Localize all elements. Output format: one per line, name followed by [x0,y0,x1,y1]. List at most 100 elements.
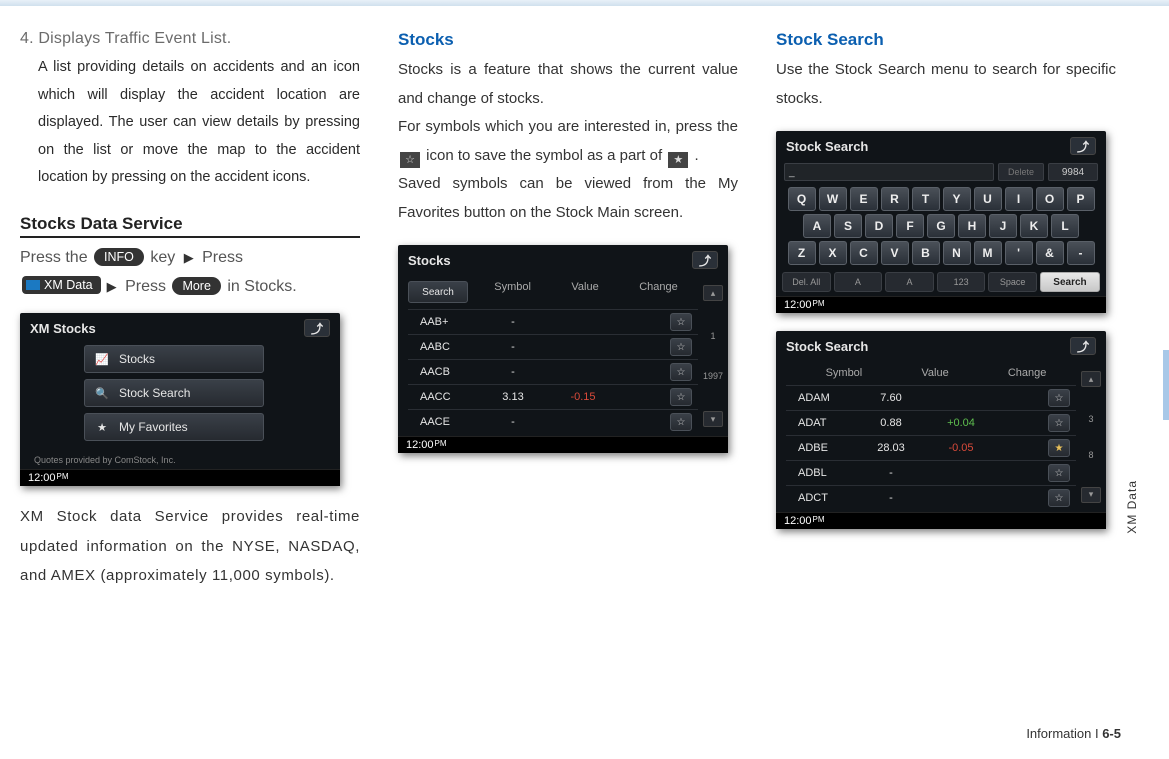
value-cell: - [856,467,926,479]
scroll-down-icon[interactable]: ▾ [703,411,723,427]
keyboard-key[interactable]: O [1036,187,1064,211]
keyboard-key[interactable]: H [958,214,986,238]
delete-button[interactable]: Delete [998,163,1044,181]
keyboard-mode-key[interactable]: Del. All [782,272,831,292]
keyboard-key[interactable]: D [865,214,893,238]
scroll-indicator[interactable]: ▴ 3 8 ▾ [1080,371,1102,503]
value-cell: 0.88 [856,417,926,429]
scroll-down-icon[interactable]: ▾ [1081,487,1101,503]
table-row[interactable]: ADCT-☆ [786,485,1076,510]
back-icon[interactable]: ⤴ [1070,137,1096,155]
back-icon[interactable]: ⤴ [304,319,330,337]
keyboard-key[interactable]: U [974,187,1002,211]
keyboard-key[interactable]: Y [943,187,971,211]
back-icon[interactable]: ⤴ [1070,337,1096,355]
keyboard-key[interactable]: R [881,187,909,211]
keyboard-mode-key[interactable]: Space [988,272,1037,292]
table-row[interactable]: ADAT0.88+0.04☆ [786,410,1076,435]
value-cell: - [478,341,548,353]
table-row[interactable]: AACE-☆ [408,409,698,434]
keyboard-key[interactable]: & [1036,241,1064,265]
table-row[interactable]: ADBE28.03-0.05★ [786,435,1076,460]
keyboard-key[interactable]: V [881,241,909,265]
favorite-star-icon[interactable]: ☆ [670,363,692,381]
favorite-star-icon[interactable]: ☆ [670,313,692,331]
keyboard-key[interactable]: A [803,214,831,238]
scroll-up-icon[interactable]: ▴ [703,285,723,301]
keyboard-key[interactable]: B [912,241,940,265]
keyboard-key[interactable]: J [989,214,1017,238]
keyboard-key[interactable]: G [927,214,955,238]
keyboard-mode-key[interactable]: A [834,272,883,292]
favorite-star-icon[interactable]: ☆ [1048,464,1070,482]
search-icon: 🔍 [95,386,109,400]
symbol-cell: AAB+ [408,316,478,328]
symbol-cell: ADCT [786,492,856,504]
keyboard-mode-key[interactable]: A [885,272,934,292]
table-row[interactable]: AAB+-☆ [408,309,698,334]
favorite-star-icon[interactable]: ☆ [670,388,692,406]
scroll-indicator[interactable]: ▴ 1 1997 ▾ [702,285,724,427]
keyboard-key[interactable]: F [896,214,924,238]
keyboard-key[interactable]: ' [1005,241,1033,265]
traffic-list-body: A list providing details on accidents an… [20,54,360,192]
table-row[interactable]: AACB-☆ [408,359,698,384]
screenshot-stock-search-keyboard: Stock Search ⤴ _ Delete 9984 QWERTYUIOPA… [776,131,1106,313]
favorite-star-icon[interactable]: ☆ [1048,389,1070,407]
keyboard-key[interactable]: I [1005,187,1033,211]
value-cell: 7.60 [856,392,926,404]
keyboard-key[interactable]: - [1067,241,1095,265]
table-headers: Symbol Value Change [786,367,1076,379]
keyboard-key[interactable]: Z [788,241,816,265]
stock-search-heading: Stock Search [776,30,1116,50]
stock-search-body: Use the Stock Search menu to search for … [776,56,1116,113]
keyboard-key[interactable]: C [850,241,878,265]
stocks-heading: Stocks [398,30,738,50]
favorite-star-icon[interactable]: ☆ [670,338,692,356]
traffic-list-heading: 4. Displays Traffic Event List. [20,30,360,48]
favorite-star-icon[interactable]: ★ [1048,439,1070,457]
keyboard-key[interactable]: Q [788,187,816,211]
table-row[interactable]: ADBL- ☆ [786,460,1076,485]
table-row[interactable]: ADAM7.60 ☆ [786,385,1076,410]
xm-stock-description: XM Stock data Service provides real-time… [20,502,360,590]
menu-my-favorites[interactable]: ★My Favorites [84,413,264,441]
keyboard-key[interactable]: X [819,241,847,265]
keyboard-key[interactable]: T [912,187,940,211]
arrow-icon: ▶ [107,275,117,298]
screenshot-stock-search-results: Stock Search ⤴ Symbol Value Change ADAM7… [776,331,1106,529]
screenshot-xm-stocks: XM Stocks ⤴ 📈Stocks 🔍Stock Search ★My Fa… [20,313,340,486]
keyboard-search-button[interactable]: Search [1040,272,1100,292]
symbol-cell: ADBE [786,442,856,454]
menu-stock-search[interactable]: 🔍Stock Search [84,379,264,407]
menu-stocks[interactable]: 📈Stocks [84,345,264,373]
stocks-data-service-heading: Stocks Data Service [20,214,360,238]
symbol-cell: ADBL [786,467,856,479]
symbol-cell: AACB [408,366,478,378]
search-input[interactable]: _ [784,163,994,181]
favorite-star-icon[interactable]: ☆ [670,413,692,431]
scroll-up-icon[interactable]: ▴ [1081,371,1101,387]
keyboard-key[interactable]: E [850,187,878,211]
table-row[interactable]: AACC3.13-0.15☆ [408,384,698,409]
value-cell: 28.03 [856,442,926,454]
search-button[interactable]: Search [408,281,468,303]
back-icon[interactable]: ⤴ [692,251,718,269]
clock: 12:00PM [398,436,728,453]
quotes-note: Quotes provided by ComStock, Inc. [30,455,330,465]
keyboard-key[interactable]: K [1020,214,1048,238]
keyboard-key[interactable]: W [819,187,847,211]
table-row[interactable]: AABC-☆ [408,334,698,359]
keyboard-key[interactable]: L [1051,214,1079,238]
keyboard-key[interactable]: M [974,241,1002,265]
favorite-star-icon[interactable]: ☆ [1048,414,1070,432]
favorite-star-icon[interactable]: ☆ [1048,489,1070,507]
keyboard-key[interactable]: P [1067,187,1095,211]
pill-info: INFO [94,248,144,266]
keyboard-mode-key[interactable]: 123 [937,272,986,292]
symbol-cell: ADAM [786,392,856,404]
star-icon: ★ [95,420,109,434]
keyboard-key[interactable]: N [943,241,971,265]
symbol-cell: AACC [408,391,478,403]
keyboard-key[interactable]: S [834,214,862,238]
